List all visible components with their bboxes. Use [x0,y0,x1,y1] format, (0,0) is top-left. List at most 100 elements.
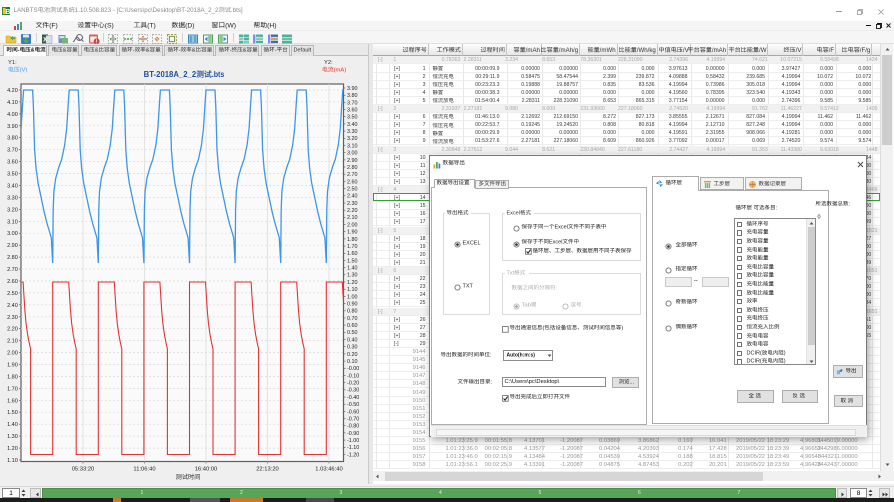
svg-text:-0.30: -0.30 [347,388,359,394]
svg-text:/Wh/kg: /Wh/kg [637,47,656,54]
svg-text:(D): (D) [185,22,194,29]
svg-text:3.90: 3.90 [347,86,358,92]
svg-text:-0.40: -0.40 [347,395,359,401]
svg-text:): ) [783,359,785,365]
svg-text:&: & [95,47,99,53]
svg-text:(F): (F) [49,22,58,29]
svg-text:0.90: 0.90 [347,302,358,308]
svg-text:0.30: 0.30 [347,345,358,351]
svg-text:(mA): (mA) [334,68,347,74]
svg-text:0.60: 0.60 [347,323,358,329]
svg-text:0.50: 0.50 [347,330,358,336]
svg-text:(T): (T) [147,22,156,29]
svg-text:3.20: 3.20 [347,136,358,142]
svg-text:05:33:20: 05:33:20 [72,467,95,473]
svg-text:3.80: 3.80 [7,136,18,142]
svg-text:-: - [229,47,231,53]
svg-text:3.70: 3.70 [347,100,358,106]
svg-text:1.20: 1.20 [347,280,358,286]
svg-text::: : [490,379,492,385]
svg-text:3.90: 3.90 [7,124,18,130]
svg-text:-0.70: -0.70 [347,417,359,423]
svg-text:-: - [178,47,180,53]
svg-text:3.40: 3.40 [347,122,358,128]
svg-text:1.40: 1.40 [347,266,358,272]
svg-text:&: & [63,47,67,53]
svg-text:2.00: 2.00 [7,351,18,357]
svg-text:3.30: 3.30 [347,129,358,135]
svg-text:1.30: 1.30 [7,434,18,440]
svg-text:3.40: 3.40 [7,184,18,190]
svg-text:4.20: 4.20 [7,88,18,94]
svg-text:0.20: 0.20 [347,352,358,358]
svg-text:DCIR(: DCIR( [746,359,761,365]
svg-text:-0.20: -0.20 [347,381,359,387]
svg-text:3.20: 3.20 [7,207,18,213]
svg-text:4.00: 4.00 [7,112,18,118]
svg-text:2.80: 2.80 [7,255,18,261]
svg-text:Auto(h:m:s): Auto(h:m:s) [507,352,536,358]
svg-text:1.80: 1.80 [347,237,358,243]
svg-text:Excel: Excel [506,210,519,216]
svg-text:LANBTS: LANBTS [13,7,37,14]
svg-text:1.20: 1.20 [7,446,18,452]
svg-text:(H): (H) [267,22,276,29]
svg-text:2.70: 2.70 [7,267,18,273]
svg-text:3.60: 3.60 [347,108,358,114]
svg-text:-1.20: -1.20 [347,452,359,458]
svg-text:1.70: 1.70 [7,386,18,392]
svg-text:1.80: 1.80 [7,374,18,380]
svg-text:B: B [5,7,10,15]
svg-text:3.50: 3.50 [7,172,18,178]
svg-text:3.10: 3.10 [7,219,18,225]
svg-text:/mAh: /mAh [712,47,726,54]
svg-text:0.80: 0.80 [347,309,358,315]
svg-text:4.10: 4.10 [7,100,18,106]
svg-text:(V): (V) [20,68,28,74]
svg-text:2.60: 2.60 [7,279,18,285]
svg-text:-0.00: -0.00 [347,366,359,372]
svg-text:1.40: 1.40 [7,422,18,428]
svg-text:-0.60: -0.60 [347,409,359,415]
svg-text:3.00: 3.00 [347,151,358,157]
svg-text:1.00: 1.00 [347,294,358,300]
svg-text:&: & [146,47,150,53]
svg-text:1.10: 1.10 [7,458,18,464]
svg-text:/W: /W [759,47,767,54]
svg-text:1.10.508.823 - [C:\Users\pc\De: 1.10.508.823 - [C:\Users\pc\Desktop\BT-2… [74,7,218,14]
svg-text:1.50: 1.50 [7,410,18,416]
svg-text:2.40: 2.40 [7,303,18,309]
svg-text:1.60: 1.60 [347,251,358,257]
svg-text:-: - [17,47,19,53]
svg-text:Txt: Txt [506,270,514,276]
svg-text:.bts]: .bts] [230,7,242,14]
svg-text:0: 0 [817,214,820,220]
svg-text:3.60: 3.60 [7,160,18,166]
svg-text:.bts: .bts [212,70,225,79]
svg-text:/F/g: /F/g [859,47,870,54]
svg-text:2.00: 2.00 [347,222,358,228]
svg-text:3.30: 3.30 [7,195,18,201]
svg-text:-0.80: -0.80 [347,424,359,430]
svg-text::: : [490,352,492,358]
svg-text:0.70: 0.70 [347,316,358,322]
svg-text::: : [849,201,851,207]
svg-text:(: ( [543,325,545,331]
svg-text:1.30: 1.30 [347,273,358,279]
svg-text:1.50: 1.50 [347,258,358,264]
svg-text:1.70: 1.70 [347,244,358,250]
svg-text:3.00: 3.00 [7,231,18,237]
svg-text:2.50: 2.50 [347,187,358,193]
svg-text:2.30: 2.30 [7,315,18,321]
svg-text:-: - [275,47,277,53]
svg-text:TXT: TXT [462,283,473,289]
svg-text:X: X [43,37,48,44]
svg-text:2.90: 2.90 [7,243,18,249]
svg-text:&: & [242,47,246,53]
svg-text:1.03:46:40: 1.03:46:40 [315,467,342,473]
svg-text:2.60: 2.60 [347,179,358,185]
svg-text:3.50: 3.50 [347,115,358,121]
svg-text:&: & [30,47,34,53]
svg-text:0.10: 0.10 [347,359,358,365]
svg-text:2.20: 2.20 [7,327,18,333]
